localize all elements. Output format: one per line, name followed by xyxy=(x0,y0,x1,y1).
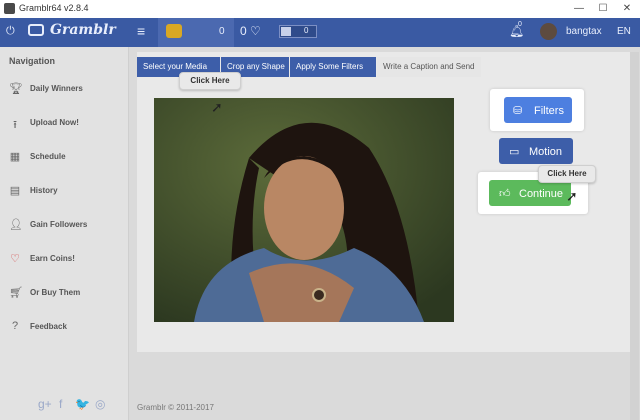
trophy-icon: 🏆︎ xyxy=(9,83,23,95)
sidebar-item-gain-followers[interactable]: 👤︎ Gain Followers xyxy=(0,210,128,240)
language-selector[interactable]: EN xyxy=(617,26,631,37)
sidebar-item-label: Gain Followers xyxy=(30,220,88,229)
continue-button[interactable]: 👍︎ Continue xyxy=(489,180,571,206)
filters-button-label: Filters xyxy=(534,105,564,117)
heart-icon: ♡ xyxy=(10,253,20,265)
likes-count: 0 xyxy=(304,26,309,35)
cart-icon: 🛒︎ xyxy=(9,287,23,299)
motion-button[interactable]: ▭ Motion xyxy=(499,138,573,164)
camera-logo-icon xyxy=(28,24,44,36)
paint-bucket-icon: ⛁ xyxy=(513,105,523,117)
minimize-button[interactable]: — xyxy=(568,1,590,17)
step-caption-send[interactable]: Write a Caption and Send xyxy=(377,57,481,77)
twitter-icon[interactable]: 🐦 xyxy=(75,397,90,411)
app-logo-text: Gramblr xyxy=(50,22,116,38)
sidebar-item-label: Feedback xyxy=(30,322,67,331)
sidebar-item-buy-coins[interactable]: 🛒︎ Or Buy Them xyxy=(0,278,128,308)
sidebar-item-history[interactable]: ▤ History xyxy=(0,176,128,206)
sidebar-item-label: Daily Winners xyxy=(30,84,83,93)
power-icon[interactable]: ⏻ xyxy=(6,25,15,38)
history-icon: ▤ xyxy=(9,185,21,197)
sidebar-item-schedule[interactable]: ▦ Schedule xyxy=(0,142,128,172)
coins-icon xyxy=(166,24,182,38)
thumbs-up-icon: 👍︎ xyxy=(499,188,511,200)
username[interactable]: bangtax xyxy=(566,26,602,37)
window-title-bar xyxy=(0,0,640,19)
media-preview-image[interactable] xyxy=(154,98,454,322)
sidebar-item-label: History xyxy=(30,186,58,195)
sidebar-item-label: Upload Now! xyxy=(30,118,79,127)
close-button[interactable]: ✕ xyxy=(616,1,638,17)
app-icon xyxy=(4,3,15,14)
likes-label: 0 ♡ xyxy=(240,24,261,38)
help-icon: ? xyxy=(11,320,19,332)
user-icon: 👤︎ xyxy=(9,219,23,231)
video-camera-icon: ▭ xyxy=(509,146,520,158)
filters-button[interactable]: ⛁ Filters xyxy=(504,97,572,123)
calendar-icon: ▦ xyxy=(9,151,21,163)
google-plus-icon[interactable]: g+ xyxy=(38,397,52,411)
maximize-button[interactable]: ☐ xyxy=(592,1,614,17)
sidebar-item-feedback[interactable]: ? Feedback xyxy=(0,312,128,342)
motion-button-label: Motion xyxy=(529,146,563,158)
sidebar-item-label: Schedule xyxy=(30,152,66,161)
coin-count: 0 xyxy=(219,26,225,37)
step-apply-filters[interactable]: Apply Some Filters xyxy=(290,57,376,77)
footer-copyright: Gramblr © 2011-2017 xyxy=(137,403,214,412)
instagram-icon[interactable]: ◎ xyxy=(95,397,105,411)
sidebar-item-label: Or Buy Them xyxy=(30,288,81,297)
avatar[interactable] xyxy=(540,23,557,40)
continue-button-label: Continue xyxy=(519,188,564,200)
notification-count: 0 xyxy=(518,21,522,28)
mouse-cursor-icon: ➚ xyxy=(211,99,223,115)
scrollbar[interactable] xyxy=(630,52,639,420)
likes-bar-fill xyxy=(281,27,291,36)
window-title: Gramblr64 v2.8.4 xyxy=(19,3,89,13)
click-here-tooltip: Click Here xyxy=(538,165,596,183)
sidebar-item-earn-coins[interactable]: ♡ Earn Coins! xyxy=(0,244,128,274)
sidebar-item-label: Earn Coins! xyxy=(30,254,75,263)
nav-heading: Navigation xyxy=(9,56,56,66)
hamburger-menu-icon[interactable]: ≡ xyxy=(137,23,145,39)
upload-icon: ⭱ xyxy=(13,119,17,131)
click-here-tooltip: Click Here xyxy=(179,72,241,90)
mouse-cursor-icon: ➚ xyxy=(566,188,578,204)
sidebar-item-daily-winners[interactable]: 🏆︎ Daily Winners xyxy=(0,74,128,104)
facebook-icon[interactable]: f xyxy=(59,397,62,411)
sidebar-item-upload-now[interactable]: ⭱ Upload Now! xyxy=(0,108,128,138)
